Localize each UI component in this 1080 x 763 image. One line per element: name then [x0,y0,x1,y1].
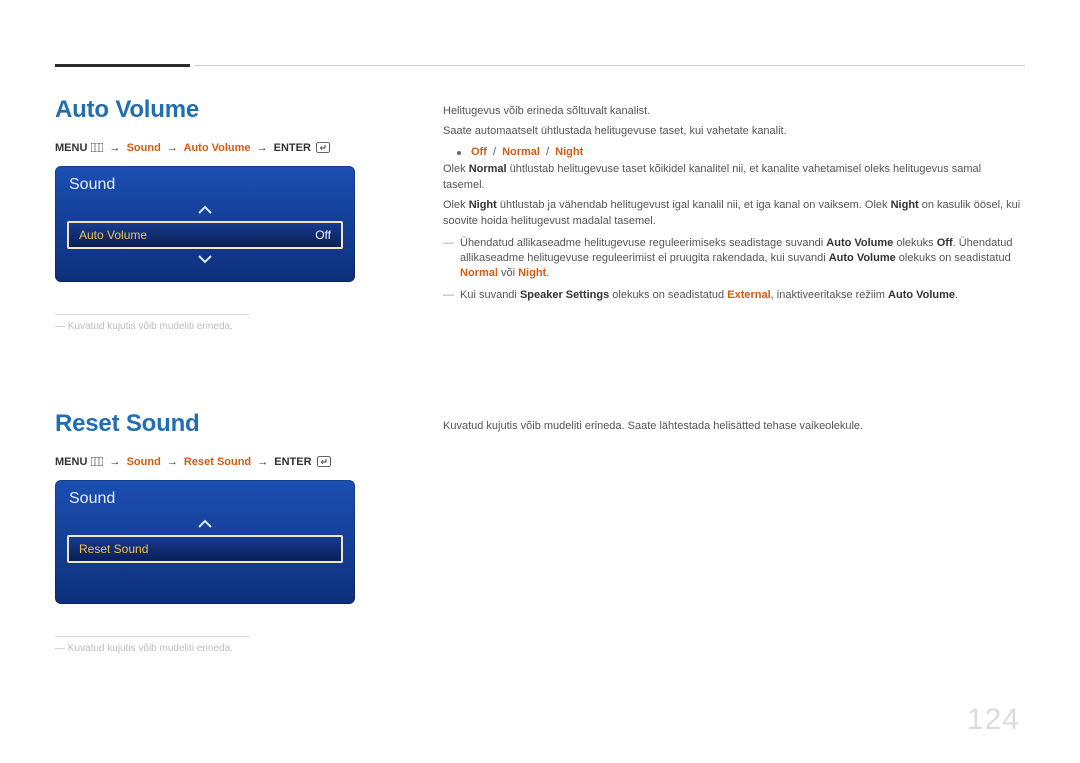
osd-up-arrow[interactable] [65,202,345,218]
osd-down-arrow[interactable] [65,252,345,268]
options-bullet: Off / Normal / Night [457,146,1025,158]
breadcrumb-enter-label: ENTER [274,142,311,154]
breadcrumb-auto-volume-item: Auto Volume [184,142,251,154]
bullet-icon [457,151,461,155]
breadcrumb-sound: Sound [127,142,161,154]
osd-panel-auto-volume: Sound Auto Volume Off [55,166,355,282]
option-night: Night [555,146,583,158]
enter-icon [316,142,330,153]
enter-icon [317,456,331,467]
footnote-rule [55,314,250,315]
osd-title-2: Sound [65,488,345,516]
note-connected-source: ― Ühendatud allikaseadme helitugevuse re… [443,236,1025,282]
breadcrumb-menu-label: MENU [55,142,87,154]
breadcrumb-reset-sound-item: Reset Sound [184,456,251,468]
breadcrumb-auto-volume: MENU → Sound → Auto Volume → ENTER [55,142,400,154]
page-number: 124 [967,703,1020,737]
note-speaker-settings: ― Kui suvandi Speaker Settings olekuks o… [443,288,1025,303]
breadcrumb-menu-label-2: MENU [55,456,87,468]
osd-selected-label-2: Reset Sound [79,542,148,556]
para-night: Olek Night ühtlustab ja vähendab helitug… [443,198,1025,230]
osd-selected-label: Auto Volume [79,228,147,242]
osd-selected-row-2[interactable]: Reset Sound [67,535,343,563]
menu-grid-icon [91,143,103,152]
footnote-rule-2 [55,636,250,637]
breadcrumb-reset-sound: MENU → Sound → Reset Sound → ENTER [55,456,400,468]
para-normal: Olek Normal ühtlustab helitugevuse taset… [443,162,1025,194]
footnote-1: Kuvatud kujutis võib mudeliti erineda. [55,321,400,332]
osd-up-arrow-2[interactable] [65,516,345,532]
para-reset-desc: Kuvatud kujutis võib mudeliti erineda. S… [443,419,1025,435]
option-normal: Normal [502,146,540,158]
para-volume-varies: Helitugevus võib erineda sõltuvalt kanal… [443,104,1025,120]
breadcrumb-sound-2: Sound [127,456,161,468]
osd-panel-reset-sound: Sound Reset Sound [55,480,355,604]
breadcrumb-enter-label-2: ENTER [274,456,311,468]
footnote-2: Kuvatud kujutis võib mudeliti erineda. [55,643,400,654]
para-auto-equalize: Saate automaatselt ühtlustada helitugevu… [443,124,1025,140]
osd-selected-row[interactable]: Auto Volume Off [67,221,343,249]
reset-sound-heading: Reset Sound [55,410,400,438]
menu-grid-icon [91,457,103,466]
auto-volume-heading: Auto Volume [55,96,400,124]
osd-selected-value: Off [315,228,331,242]
osd-title: Sound [65,174,345,202]
option-off: Off [471,146,487,158]
